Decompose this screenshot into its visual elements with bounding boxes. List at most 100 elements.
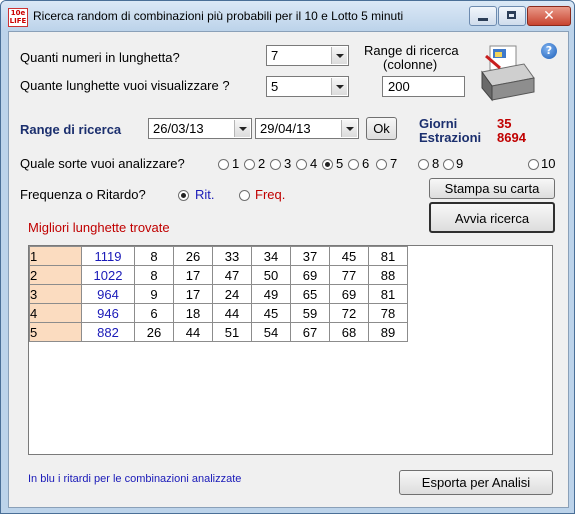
table-row[interactable]: 2 1022 8 17 47 50 69 77 88 <box>29 265 408 285</box>
avvia-ricerca-button[interactable]: Avvia ricerca <box>429 202 555 233</box>
number-cell: 9 <box>134 284 174 304</box>
maximize-button[interactable] <box>498 6 526 26</box>
title-bar[interactable]: 10e LIFE Ricerca random di combinazioni … <box>1 1 574 31</box>
sorte-radio-8[interactable] <box>418 159 429 170</box>
close-button[interactable]: ✕ <box>527 6 571 26</box>
sorte-radio-9[interactable] <box>443 159 454 170</box>
sorte-option-3: 3 <box>284 156 292 171</box>
row-number-cell: 4 <box>29 303 82 323</box>
range-colonne-value: 200 <box>388 79 410 94</box>
giorni-label: Giorni <box>419 116 458 131</box>
frequenza-ritardo-label: Frequenza o Ritardo? <box>20 187 146 202</box>
sorte-radio-7[interactable] <box>376 159 387 170</box>
number-cell: 8 <box>134 265 174 285</box>
sorte-radio-5[interactable] <box>322 159 333 170</box>
chevron-down-icon[interactable] <box>331 47 347 64</box>
close-icon: ✕ <box>543 8 555 24</box>
number-cell: 65 <box>290 284 330 304</box>
number-cell: 8 <box>134 246 174 266</box>
chevron-down-icon[interactable] <box>234 120 250 137</box>
estrazioni-value: 8694 <box>497 130 526 145</box>
results-heading: Migliori lunghette trovate <box>28 220 170 235</box>
number-cell: 77 <box>329 265 369 285</box>
quante-lunghette-select[interactable]: 5 <box>266 76 349 97</box>
sorte-radio-2[interactable] <box>244 159 255 170</box>
results-grid[interactable]: 1 1119 8 26 33 34 37 45 81 2 1022 8 17 47 50 69 77 88 3 964… <box>28 245 553 455</box>
number-cell: 26 <box>134 322 174 342</box>
sorte-option-6: 6 <box>362 156 370 171</box>
results-table: 1 1119 8 26 33 34 37 45 81 2 1022 8 17 47 50 69 77 88 3 964… <box>29 246 408 342</box>
number-cell: 50 <box>251 265 291 285</box>
number-cell: 69 <box>329 284 369 304</box>
sorte-option-2: 2 <box>258 156 266 171</box>
number-cell: 33 <box>212 246 252 266</box>
number-cell: 78 <box>368 303 408 323</box>
row-number-cell: 2 <box>29 265 82 285</box>
legend-note: In blu i ritardi per le combinazioni ana… <box>28 473 242 485</box>
sorte-radio-1[interactable] <box>218 159 229 170</box>
range-colonne-sublabel: (colonne) <box>383 57 438 72</box>
ritardo-cell: 882 <box>81 322 135 342</box>
number-cell: 18 <box>173 303 213 323</box>
quanti-numeri-label: Quanti numeri in lunghetta? <box>20 50 180 65</box>
row-number-cell: 3 <box>29 284 82 304</box>
range-colonne-label: Range di ricerca <box>364 43 459 58</box>
sorte-radio-6[interactable] <box>348 159 359 170</box>
ok-button[interactable]: Ok <box>366 117 397 140</box>
quante-lunghette-label: Quante lunghette vuoi visualizzare ? <box>20 78 230 93</box>
number-cell: 26 <box>173 246 213 266</box>
quanti-numeri-value: 7 <box>271 48 279 63</box>
number-cell: 81 <box>368 284 408 304</box>
table-row[interactable]: 1 1119 8 26 33 34 37 45 81 <box>29 246 408 266</box>
number-cell: 54 <box>251 322 291 342</box>
number-cell: 59 <box>290 303 330 323</box>
number-cell: 34 <box>251 246 291 266</box>
minimize-button[interactable] <box>469 6 497 26</box>
number-cell: 37 <box>290 246 330 266</box>
sorte-radio-4[interactable] <box>296 159 307 170</box>
number-cell: 45 <box>251 303 291 323</box>
sorte-option-4: 4 <box>310 156 318 171</box>
esporta-button[interactable]: Esporta per Analisi <box>399 470 553 495</box>
ritardo-cell: 964 <box>81 284 135 304</box>
sorte-option-5: 5 <box>336 156 344 171</box>
sorte-radio-3[interactable] <box>270 159 281 170</box>
number-cell: 24 <box>212 284 252 304</box>
number-cell: 17 <box>173 284 213 304</box>
table-row[interactable]: 4 946 6 18 44 45 59 72 78 <box>29 303 408 323</box>
frequenza-radio[interactable] <box>239 190 250 201</box>
date-from-value: 26/03/13 <box>153 121 204 136</box>
number-cell: 67 <box>290 322 330 342</box>
sorte-radio-10[interactable] <box>528 159 539 170</box>
number-cell: 45 <box>329 246 369 266</box>
app-icon-text-bottom: LIFE <box>9 17 27 25</box>
chevron-down-icon[interactable] <box>341 120 357 137</box>
printer-icon[interactable] <box>478 42 536 104</box>
number-cell: 81 <box>368 246 408 266</box>
number-cell: 47 <box>212 265 252 285</box>
quante-lunghette-value: 5 <box>271 79 279 94</box>
dialog-body: Quanti numeri in lunghetta? 7 Quante lun… <box>8 31 569 508</box>
date-from-picker[interactable]: 26/03/13 <box>148 118 252 139</box>
number-cell: 44 <box>173 322 213 342</box>
number-cell: 89 <box>368 322 408 342</box>
date-to-picker[interactable]: 29/04/13 <box>255 118 359 139</box>
minimize-icon <box>478 18 488 21</box>
chevron-down-icon[interactable] <box>331 78 347 95</box>
app-icon: 10e LIFE <box>8 8 28 27</box>
sorte-option-9: 9 <box>456 156 464 171</box>
stampa-button[interactable]: Stampa su carta <box>429 178 555 199</box>
ritardo-cell: 1022 <box>81 265 135 285</box>
table-row[interactable]: 5 882 26 44 51 54 67 68 89 <box>29 322 408 342</box>
number-cell: 17 <box>173 265 213 285</box>
help-icon[interactable]: ? <box>541 43 557 59</box>
sorte-option-10: 10 <box>541 156 556 171</box>
table-row[interactable]: 3 964 9 17 24 49 65 69 81 <box>29 284 408 304</box>
row-number-cell: 1 <box>29 246 82 266</box>
quanti-numeri-select[interactable]: 7 <box>266 45 349 66</box>
ritardo-cell: 946 <box>81 303 135 323</box>
range-colonne-input[interactable]: 200 <box>382 76 465 97</box>
number-cell: 49 <box>251 284 291 304</box>
maximize-icon <box>507 11 516 19</box>
ritardo-radio[interactable] <box>178 190 189 201</box>
